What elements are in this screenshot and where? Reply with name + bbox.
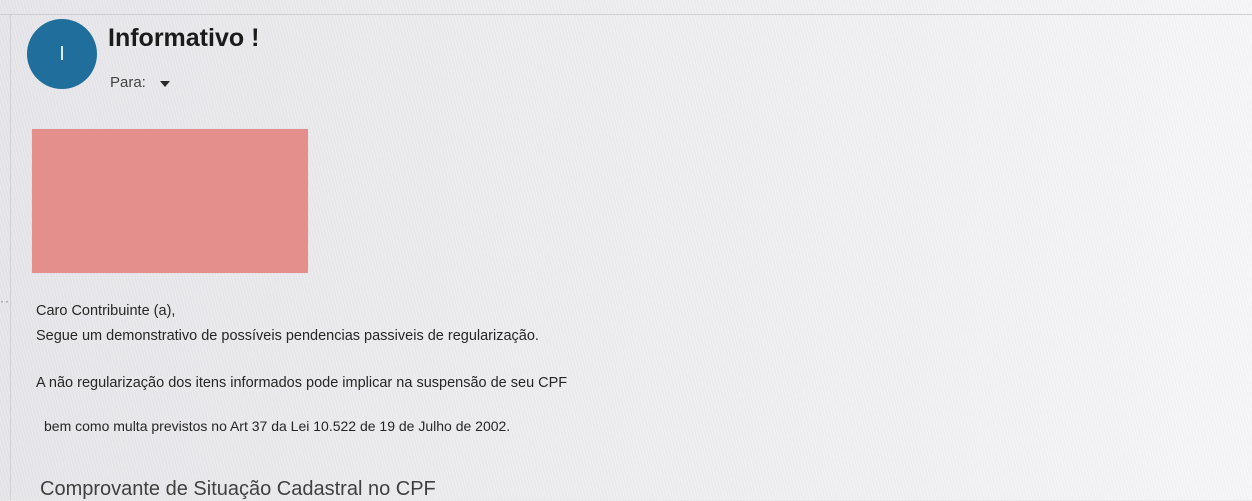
sender-avatar: I (27, 19, 97, 89)
edge-dots: ·· (0, 294, 10, 308)
caret-down-icon[interactable] (159, 80, 170, 87)
avatar-initial: I (59, 43, 65, 65)
divider (0, 14, 1252, 15)
body-paragraph: A não regularização dos itens informados… (36, 375, 568, 391)
divider (10, 14, 11, 500)
greeting-text: Caro Contribuinte (a), (36, 303, 176, 319)
body-paragraph: Segue um demonstrativo de possíveis pend… (36, 328, 539, 344)
recipient-row: Para: (110, 74, 170, 91)
email-view: I Informativo ! Para: ·· Caro Contribuin… (0, 0, 1252, 500)
to-label: Para: (110, 74, 146, 91)
attachment-link[interactable]: Comprovante de Situação Cadastral no CPF (40, 478, 436, 501)
redacted-image (32, 129, 308, 273)
email-subject: Informativo ! (108, 24, 260, 52)
body-paragraph: bem como multa previstos no Art 37 da Le… (44, 418, 511, 434)
